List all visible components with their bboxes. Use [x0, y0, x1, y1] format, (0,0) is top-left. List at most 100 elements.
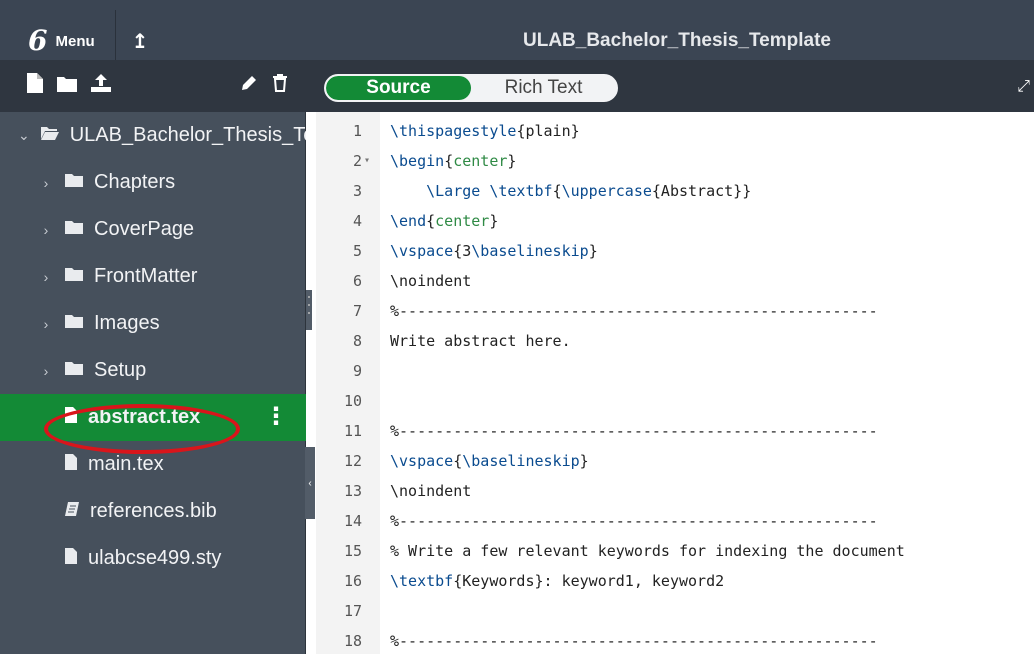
line-number: 12: [343, 452, 362, 470]
file-icon: [64, 406, 78, 429]
code-text: %---------------------------------------…: [390, 632, 878, 650]
line-number: 14: [343, 512, 362, 530]
code-line[interactable]: 3 \Large \textbf{\uppercase{Abstract}}: [316, 176, 1034, 206]
tree-item-label: Setup: [94, 359, 147, 381]
menu-label: Menu: [55, 32, 95, 50]
code-line[interactable]: 5 \vspace{3\baselineskip}: [316, 236, 1034, 266]
chevron-right-icon[interactable]: ›: [38, 222, 54, 238]
code-editor[interactable]: 1 \thispagestyle{plain} 2 ▾ \begin{center} …: [316, 112, 1034, 654]
collapse-sidebar-icon[interactable]: ‹: [305, 447, 315, 519]
line-number: 5: [352, 242, 362, 260]
tree-file-references[interactable]: references.bib: [0, 488, 306, 535]
code-line[interactable]: 14 %-------------------------------------…: [316, 506, 1034, 536]
rich-text-mode-button[interactable]: Rich Text: [471, 76, 616, 100]
chevron-right-icon[interactable]: ›: [38, 175, 54, 191]
code-text: \end{center}: [390, 212, 499, 230]
code-line[interactable]: 18 %-------------------------------------…: [316, 626, 1034, 654]
line-number: 4: [352, 212, 362, 230]
code-line[interactable]: 15 % Write a few relevant keywords for in…: [316, 536, 1034, 566]
code-text: %---------------------------------------…: [390, 422, 878, 440]
file-icon: [64, 547, 78, 570]
code-line[interactable]: 13 \noindent: [316, 476, 1034, 506]
tree-folder-images[interactable]: › Images: [0, 300, 306, 347]
line-number: 15: [343, 542, 362, 560]
code-line[interactable]: 6 \noindent: [316, 266, 1034, 296]
folder-icon: [64, 360, 84, 381]
kebab-menu-icon[interactable]: ⋮: [264, 402, 288, 431]
code-line[interactable]: 1 \thispagestyle{plain}: [316, 116, 1034, 146]
chevron-right-icon[interactable]: ›: [38, 316, 54, 332]
code-line[interactable]: 2 ▾ \begin{center}: [316, 146, 1034, 176]
editor-mode-toggle: Source Rich Text: [324, 74, 618, 102]
tree-item-label: ulabcse499.sty: [88, 547, 222, 569]
code-text: %---------------------------------------…: [390, 512, 878, 530]
source-mode-button[interactable]: Source: [326, 76, 471, 100]
line-number: 17: [343, 602, 362, 620]
new-folder-icon[interactable]: [56, 73, 78, 99]
folder-icon: [64, 313, 84, 334]
code-text: \vspace{3\baselineskip}: [390, 242, 598, 260]
code-line[interactable]: 8 Write abstract here.: [316, 326, 1034, 356]
code-line[interactable]: 10: [316, 386, 1034, 416]
line-number: 2: [352, 152, 362, 170]
code-text: \Large \textbf{\uppercase{Abstract}}: [426, 182, 752, 200]
line-number: 8: [352, 332, 362, 350]
panel-resize-handle[interactable]: [306, 290, 312, 330]
line-number: 10: [343, 392, 362, 410]
folder-icon: [64, 266, 84, 287]
book-icon: [64, 501, 80, 522]
file-icon: [64, 453, 78, 476]
code-text: \vspace{\baselineskip}: [390, 452, 589, 470]
folder-icon: [64, 172, 84, 193]
new-file-icon[interactable]: [26, 72, 44, 100]
code-text: \begin{center}: [390, 152, 517, 170]
line-number: 9: [352, 362, 362, 380]
chevron-right-icon[interactable]: ›: [38, 269, 54, 285]
file-tree-toolbar: [0, 60, 306, 112]
tree-item-label: abstract.tex: [88, 406, 201, 428]
trash-icon[interactable]: [272, 74, 288, 97]
folder-open-icon: [40, 125, 60, 146]
expand-icon[interactable]: ⤢: [1017, 78, 1030, 96]
code-line[interactable]: 16 \textbf{Keywords}: keyword1, keyword2: [316, 566, 1034, 596]
tree-item-label: CoverPage: [94, 218, 195, 240]
file-tree-panel: ⌄ ULAB_Bachelor_Thesis_Template › Chapte…: [0, 60, 306, 654]
file-tree-actions: [240, 74, 288, 97]
fold-arrow-icon[interactable]: ▾: [364, 146, 376, 176]
tree-item-label: Chapters: [94, 171, 176, 193]
code-line[interactable]: 4 \end{center}: [316, 206, 1034, 236]
tree-folder-setup[interactable]: › Setup: [0, 347, 306, 394]
code-line[interactable]: 7 %--------------------------------------…: [316, 296, 1034, 326]
code-text: % Write a few relevant keywords for inde…: [390, 542, 905, 560]
code-line[interactable]: 11 %-------------------------------------…: [316, 416, 1034, 446]
line-number: 7: [352, 302, 362, 320]
tree-folder-chapters[interactable]: › Chapters: [0, 159, 306, 206]
code-line[interactable]: 17: [316, 596, 1034, 626]
back-to-projects-icon[interactable]: ↥: [132, 29, 149, 54]
tree-item-label: ULAB_Bachelor_Thesis_Template: [69, 124, 306, 146]
tree-item-label: main.tex: [88, 453, 164, 475]
pencil-icon[interactable]: [240, 74, 258, 97]
tree-file-sty[interactable]: ulabcse499.sty: [0, 535, 306, 582]
code-text: Write abstract here.: [390, 332, 571, 350]
tree-folder-frontmatter[interactable]: › FrontMatter: [0, 253, 306, 300]
code-line[interactable]: 9: [316, 356, 1034, 386]
code-text: \thispagestyle{plain}: [390, 122, 580, 140]
line-number: 3: [352, 182, 362, 200]
line-number: 1: [352, 122, 362, 140]
chevron-right-icon[interactable]: ›: [38, 363, 54, 379]
code-text: \textbf{Keywords}: keyword1, keyword2: [390, 572, 725, 590]
code-line[interactable]: 12 \vspace{\baselineskip}: [316, 446, 1034, 476]
tree-root-folder[interactable]: ⌄ ULAB_Bachelor_Thesis_Template: [0, 112, 306, 159]
tree-item-label: references.bib: [90, 500, 217, 522]
upload-icon[interactable]: [90, 73, 112, 99]
tree-file-abstract[interactable]: abstract.tex ⋮: [0, 394, 306, 441]
code-text: %---------------------------------------…: [390, 302, 878, 320]
line-number: 13: [343, 482, 362, 500]
tree-file-main[interactable]: main.tex: [0, 441, 306, 488]
tree-item-label: FrontMatter: [94, 265, 198, 287]
chevron-down-icon[interactable]: ⌄: [18, 127, 30, 144]
line-number: 11: [343, 422, 362, 440]
tree-folder-coverpage[interactable]: › CoverPage: [0, 206, 306, 253]
line-number: 16: [343, 572, 362, 590]
